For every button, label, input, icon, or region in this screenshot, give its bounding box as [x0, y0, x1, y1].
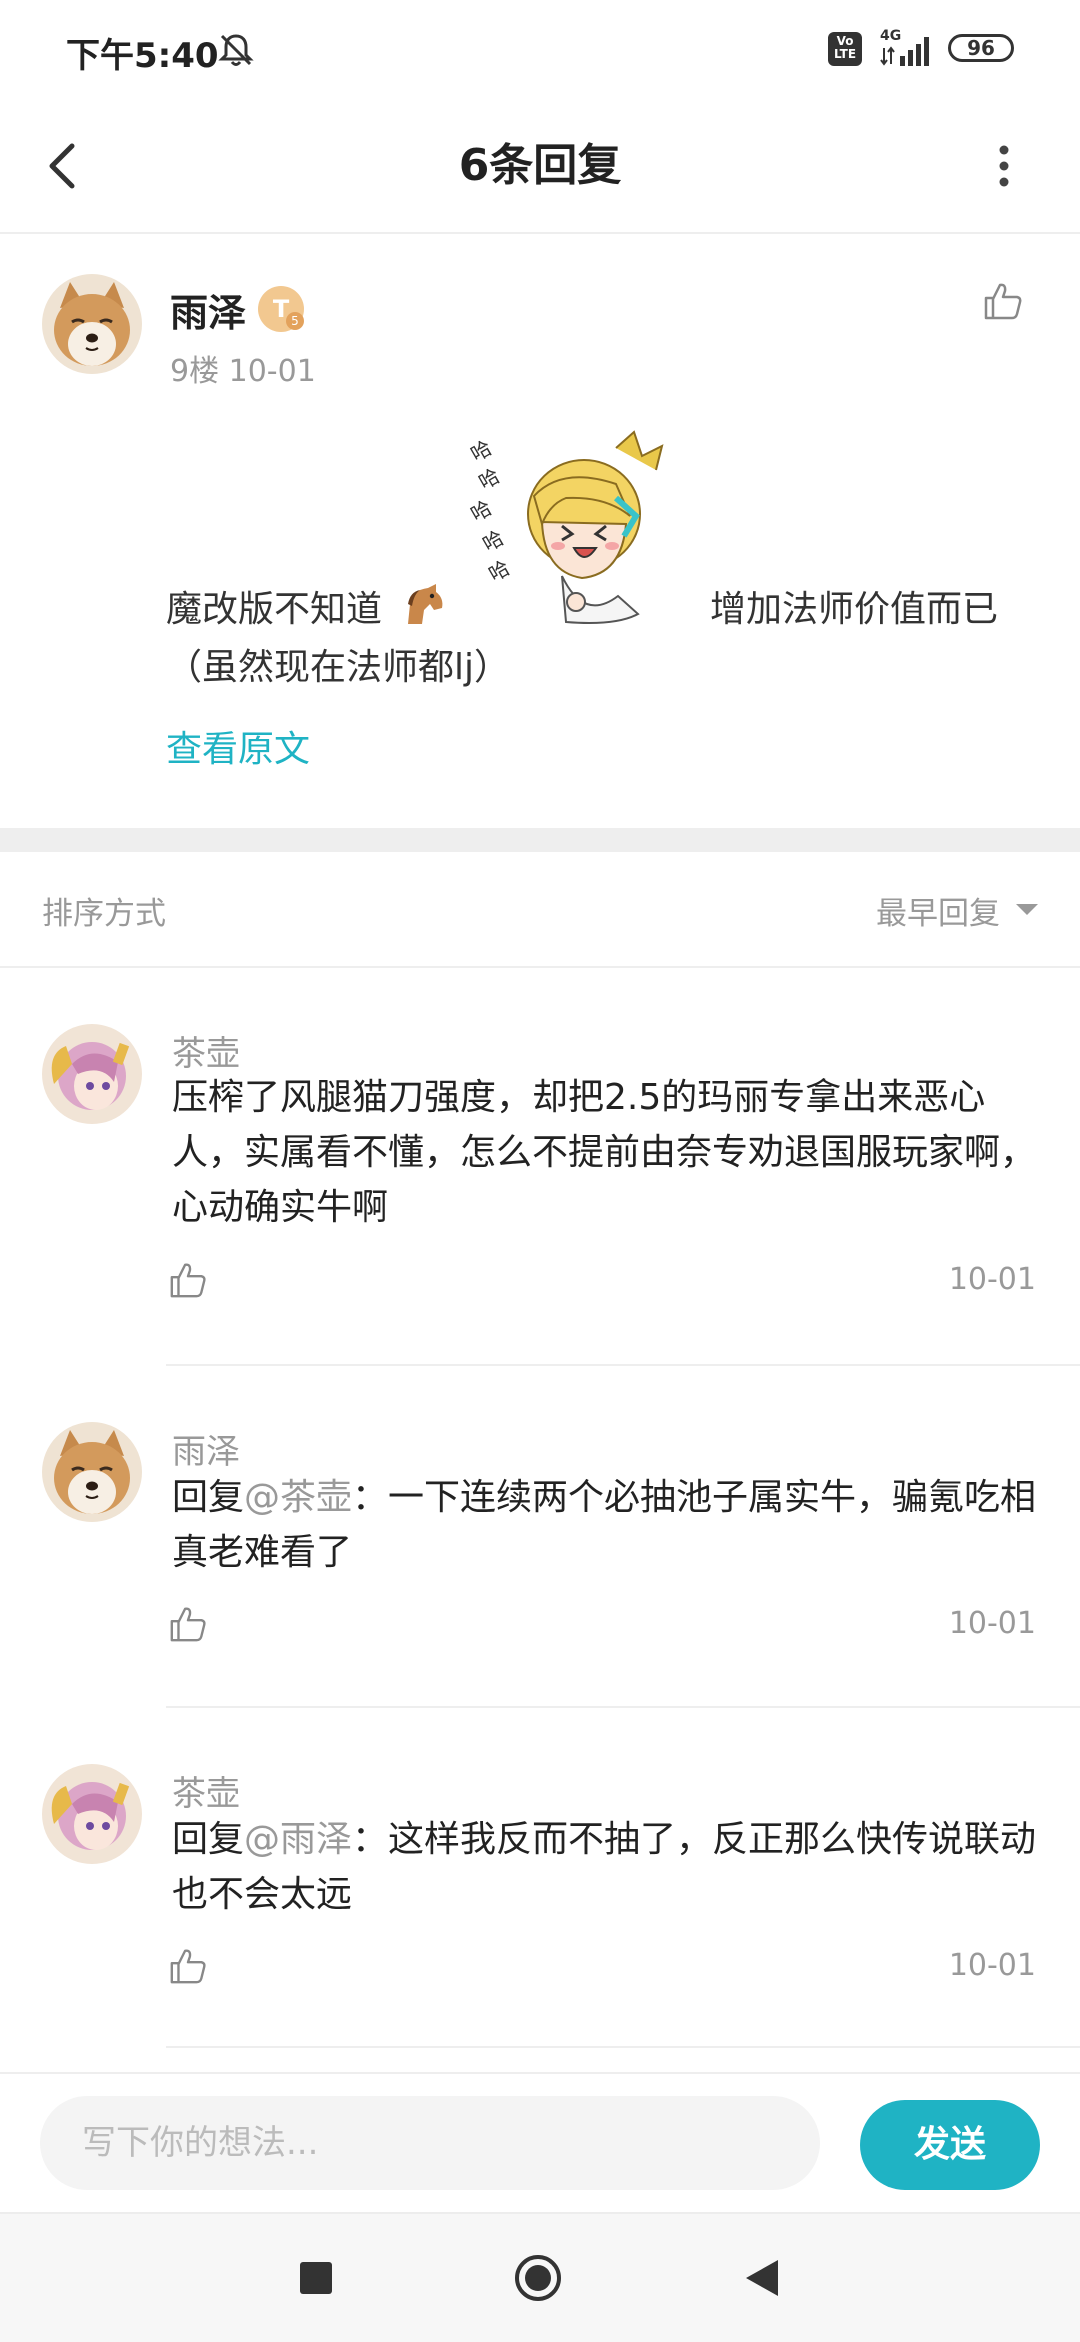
reply-username[interactable]: 茶壶: [172, 1766, 240, 1815]
sort-label: 排序方式: [42, 896, 166, 932]
signal-icon: [880, 37, 929, 66]
anime-avatar-image: [42, 1764, 142, 1864]
avatar[interactable]: [42, 274, 142, 374]
post-text-part2: 增加法师价值而已: [710, 589, 999, 630]
sort-dropdown[interactable]: 最早回复: [876, 888, 1000, 933]
status-time: 下午5:40: [66, 36, 219, 76]
reply-prefix: 回复: [172, 1477, 245, 1518]
svg-text:哈: 哈: [475, 464, 504, 495]
reply-text: 压榨了风腿猫刀强度，却把2.5的玛丽专拿出来恶心人，实属看不懂，怎么不提前由奈专…: [172, 1077, 1037, 1228]
reply-prefix: 回复: [172, 1819, 245, 1860]
volte-icon: Vo LTE: [828, 32, 862, 66]
view-original-link[interactable]: 查看原文: [166, 720, 310, 772]
avatar[interactable]: [42, 1024, 142, 1124]
post-text-part1: 魔改版不知道: [166, 589, 383, 630]
battery-indicator: 96: [948, 34, 1014, 62]
section-divider: [0, 828, 1080, 852]
home-circle-icon[interactable]: [514, 2254, 562, 2302]
comment-input-bar: 写下你的想法... 发送: [0, 2072, 1080, 2214]
shiba-avatar-image: [42, 274, 142, 374]
reply-item: 茶壶 回复@雨泽：这样我反而不抽了，反正那么快传说联动也不会太远 10-01: [0, 1710, 1080, 2050]
comment-input[interactable]: 写下你的想法...: [40, 2096, 820, 2190]
reply-text: 回复@雨泽：这样我反而不抽了，反正那么快传说联动也不会太远: [172, 1812, 1042, 1922]
svg-text:哈: 哈: [485, 556, 514, 587]
original-post: 雨泽 T 5 9楼 10-01 魔改版不知道 哈 哈 哈 哈 哈 增加法师价值而…: [0, 234, 1080, 828]
recent-apps-icon[interactable]: [300, 2262, 332, 2294]
mention-link[interactable]: @雨泽: [244, 1819, 352, 1860]
system-nav-bar: [0, 2212, 1080, 2342]
anime-avatar-image: [42, 1024, 142, 1124]
reply-item: 茶壶 压榨了风腿猫刀强度，却把2.5的玛丽专拿出来恶心人，实属看不懂，怎么不提前…: [0, 968, 1080, 1368]
post-text-line2: （虽然现在法师都lj）: [166, 647, 511, 688]
mute-bell-icon: [218, 34, 254, 66]
reply-username[interactable]: 雨泽: [172, 1424, 240, 1473]
caret-down-icon[interactable]: [1016, 904, 1038, 915]
reply-date: 10-01: [948, 1606, 1036, 1641]
horse-emoji-icon: [408, 584, 443, 624]
status-bar: 下午5:40 Vo LTE 4G 96: [0, 0, 1080, 100]
post-meta: 9楼 10-01: [170, 354, 316, 389]
anime-sticker-image: 哈 哈 哈 哈 哈: [467, 430, 664, 624]
back-triangle-icon[interactable]: [740, 2256, 784, 2300]
level-badge-number: 5: [286, 312, 304, 330]
send-button[interactable]: 发送: [860, 2100, 1040, 2190]
top-nav-bar: 6条回复: [0, 100, 1080, 234]
thumbs-up-icon[interactable]: [168, 1260, 208, 1300]
svg-text:哈: 哈: [479, 526, 508, 557]
avatar[interactable]: [42, 1422, 142, 1522]
sort-bar: 排序方式 最早回复: [0, 852, 1080, 968]
thumbs-up-icon[interactable]: [982, 280, 1024, 322]
reply-divider: [166, 2046, 1080, 2048]
reply-username[interactable]: 茶壶: [172, 1026, 240, 1075]
more-menu-icon[interactable]: [984, 134, 1024, 198]
page-title: 6条回复: [458, 140, 622, 191]
reply-date: 10-01: [948, 1262, 1036, 1297]
reply-divider: [166, 1706, 1080, 1708]
thumbs-up-icon[interactable]: [168, 1946, 208, 1986]
svg-text:哈: 哈: [467, 436, 496, 467]
reply-item: 雨泽 回复@茶壶：一下连续两个必抽池子属实牛，骗氪吃相真老难看了 10-01: [0, 1368, 1080, 1710]
reply-text: 回复@茶壶：一下连续两个必抽池子属实牛，骗氪吃相真老难看了: [172, 1470, 1042, 1580]
thumbs-up-icon[interactable]: [168, 1604, 208, 1644]
avatar[interactable]: [42, 1764, 142, 1864]
shiba-avatar-image: [42, 1422, 142, 1522]
mention-link[interactable]: @茶壶: [244, 1477, 352, 1518]
post-username[interactable]: 雨泽: [170, 282, 246, 337]
reply-date: 10-01: [948, 1948, 1036, 1983]
reply-divider: [166, 1364, 1080, 1366]
svg-text:哈: 哈: [467, 496, 496, 527]
